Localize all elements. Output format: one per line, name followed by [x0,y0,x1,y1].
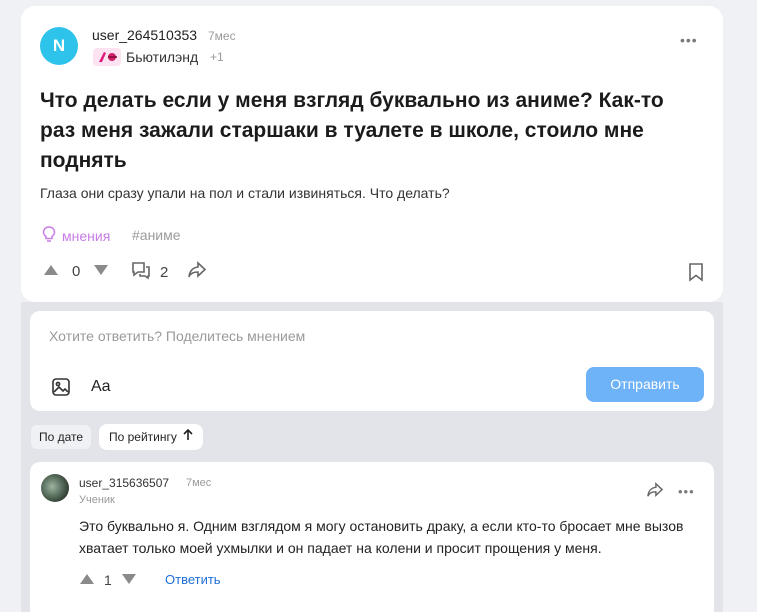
comments-button[interactable]: 2 [130,260,168,284]
comment-downvote-icon[interactable] [121,571,136,589]
bookmark-icon[interactable] [688,262,704,287]
comment-upvote-icon[interactable] [80,571,94,589]
image-upload-icon[interactable] [51,377,71,402]
category-more[interactable]: +1 [210,50,224,64]
comment-vote-count: 1 [104,572,112,588]
tag-opinion-label: мнения [62,227,111,244]
tag-opinion[interactable]: мнения [40,225,110,246]
author-avatar[interactable]: N [40,27,78,65]
author-name[interactable]: user_264510353 [92,27,197,43]
comment-votes: 1 [80,571,136,589]
comment-text: Это буквально я. Одним взглядом я могу о… [79,518,684,556]
sort-by-date[interactable]: По дате [31,425,92,449]
more-options-icon[interactable]: ••• [680,32,698,48]
comment-count: 2 [160,263,169,281]
post-votes: 0 [44,262,109,280]
commenter-avatar[interactable] [41,474,69,502]
post-title: Что делать если у меня взгляд буквально … [40,89,664,172]
arrow-up-icon [183,424,193,450]
commenter-name[interactable]: user_315636507 [79,476,169,490]
comment-time: 7мес [186,477,212,489]
share-icon[interactable] [187,261,207,284]
post-body: Глаза они сразу упали на пол и стали изв… [40,185,450,201]
post-time: 7мес [208,29,236,43]
upvote-icon[interactable] [44,262,58,280]
send-button[interactable]: Отправить [586,367,704,402]
commenter-role: Ученик [79,494,115,506]
text-format-button[interactable]: Aa [91,378,111,396]
category-icon[interactable] [93,48,121,66]
sort-by-rating[interactable]: По рейтингу [99,424,203,450]
category-name[interactable]: Бьютилэнд [126,49,198,65]
tag-anime[interactable]: #аниме [132,227,181,243]
comment-more-icon[interactable]: ••• [678,484,695,499]
sort-by-rating-label: По рейтингу [109,430,177,444]
vote-count: 0 [72,262,81,280]
comment-reply-link[interactable]: Ответить [165,572,221,587]
comment-icon [130,260,152,284]
comment-share-icon[interactable] [646,482,664,503]
lightbulb-icon [40,225,58,246]
downvote-icon[interactable] [94,262,109,280]
reply-input[interactable]: Хотите ответить? Поделитесь мнением [49,328,305,344]
